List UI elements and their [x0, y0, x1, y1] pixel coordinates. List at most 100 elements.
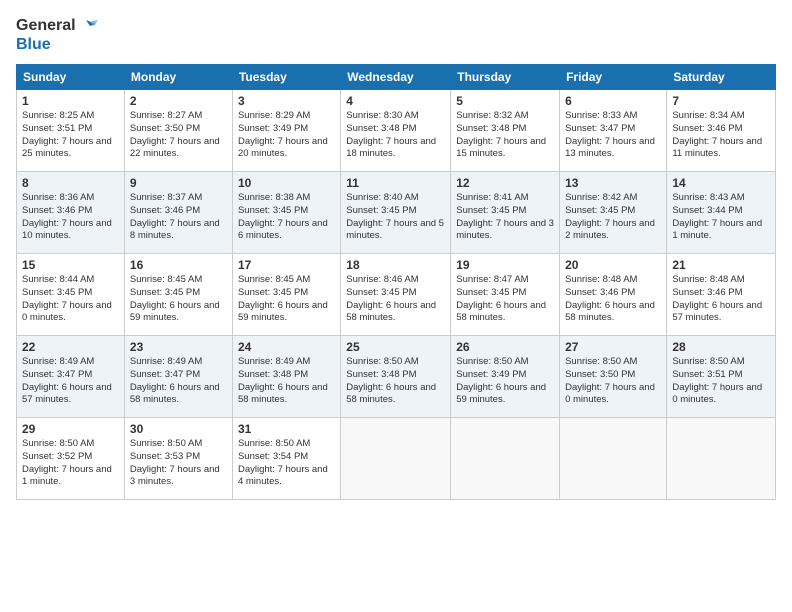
calendar-cell: 9 Sunrise: 8:37 AM Sunset: 3:46 PM Dayli…	[124, 172, 232, 254]
calendar-header-saturday: Saturday	[667, 65, 776, 90]
calendar-cell: 10 Sunrise: 8:38 AM Sunset: 3:45 PM Dayl…	[232, 172, 340, 254]
calendar-header-thursday: Thursday	[451, 65, 560, 90]
day-number: 12	[456, 176, 554, 190]
day-detail: Sunrise: 8:50 AM Sunset: 3:52 PM Dayligh…	[22, 438, 119, 489]
day-number: 20	[565, 258, 661, 272]
calendar-cell: 31 Sunrise: 8:50 AM Sunset: 3:54 PM Dayl…	[232, 418, 340, 500]
day-detail: Sunrise: 8:49 AM Sunset: 3:47 PM Dayligh…	[22, 356, 119, 407]
calendar-header-sunday: Sunday	[17, 65, 125, 90]
page: General Blue SundayMondayTuesdayWednesda…	[0, 0, 792, 510]
day-detail: Sunrise: 8:50 AM Sunset: 3:50 PM Dayligh…	[565, 356, 661, 407]
day-detail: Sunrise: 8:30 AM Sunset: 3:48 PM Dayligh…	[346, 110, 445, 161]
calendar-week-row: 22 Sunrise: 8:49 AM Sunset: 3:47 PM Dayl…	[17, 336, 776, 418]
calendar-body: 1 Sunrise: 8:25 AM Sunset: 3:51 PM Dayli…	[17, 90, 776, 500]
calendar-cell	[667, 418, 776, 500]
calendar-cell: 3 Sunrise: 8:29 AM Sunset: 3:49 PM Dayli…	[232, 90, 340, 172]
day-number: 30	[130, 422, 227, 436]
calendar-cell	[560, 418, 667, 500]
calendar-cell: 7 Sunrise: 8:34 AM Sunset: 3:46 PM Dayli…	[667, 90, 776, 172]
calendar-week-row: 1 Sunrise: 8:25 AM Sunset: 3:51 PM Dayli…	[17, 90, 776, 172]
calendar-cell: 28 Sunrise: 8:50 AM Sunset: 3:51 PM Dayl…	[667, 336, 776, 418]
calendar-cell: 22 Sunrise: 8:49 AM Sunset: 3:47 PM Dayl…	[17, 336, 125, 418]
day-detail: Sunrise: 8:49 AM Sunset: 3:48 PM Dayligh…	[238, 356, 335, 407]
calendar-cell: 8 Sunrise: 8:36 AM Sunset: 3:46 PM Dayli…	[17, 172, 125, 254]
day-detail: Sunrise: 8:37 AM Sunset: 3:46 PM Dayligh…	[130, 192, 227, 243]
calendar-table: SundayMondayTuesdayWednesdayThursdayFrid…	[16, 64, 776, 500]
calendar-cell: 11 Sunrise: 8:40 AM Sunset: 3:45 PM Dayl…	[341, 172, 451, 254]
day-detail: Sunrise: 8:50 AM Sunset: 3:54 PM Dayligh…	[238, 438, 335, 489]
calendar-cell: 26 Sunrise: 8:50 AM Sunset: 3:49 PM Dayl…	[451, 336, 560, 418]
day-number: 13	[565, 176, 661, 190]
calendar-cell: 30 Sunrise: 8:50 AM Sunset: 3:53 PM Dayl…	[124, 418, 232, 500]
day-detail: Sunrise: 8:44 AM Sunset: 3:45 PM Dayligh…	[22, 274, 119, 325]
day-detail: Sunrise: 8:50 AM Sunset: 3:51 PM Dayligh…	[672, 356, 770, 407]
day-number: 8	[22, 176, 119, 190]
calendar-cell	[451, 418, 560, 500]
day-number: 9	[130, 176, 227, 190]
day-number: 24	[238, 340, 335, 354]
day-detail: Sunrise: 8:46 AM Sunset: 3:45 PM Dayligh…	[346, 274, 445, 325]
calendar-week-row: 29 Sunrise: 8:50 AM Sunset: 3:52 PM Dayl…	[17, 418, 776, 500]
calendar-header-wednesday: Wednesday	[341, 65, 451, 90]
calendar-week-row: 15 Sunrise: 8:44 AM Sunset: 3:45 PM Dayl…	[17, 254, 776, 336]
day-number: 28	[672, 340, 770, 354]
day-number: 10	[238, 176, 335, 190]
day-number: 26	[456, 340, 554, 354]
logo-text-blue: Blue	[16, 36, 51, 54]
calendar-cell: 5 Sunrise: 8:32 AM Sunset: 3:48 PM Dayli…	[451, 90, 560, 172]
day-number: 1	[22, 94, 119, 108]
day-number: 2	[130, 94, 227, 108]
calendar-header-row: SundayMondayTuesdayWednesdayThursdayFrid…	[17, 65, 776, 90]
day-number: 21	[672, 258, 770, 272]
day-detail: Sunrise: 8:40 AM Sunset: 3:45 PM Dayligh…	[346, 192, 445, 243]
calendar-cell: 12 Sunrise: 8:41 AM Sunset: 3:45 PM Dayl…	[451, 172, 560, 254]
logo: General Blue	[16, 16, 98, 54]
day-number: 25	[346, 340, 445, 354]
day-detail: Sunrise: 8:41 AM Sunset: 3:45 PM Dayligh…	[456, 192, 554, 243]
calendar-cell: 16 Sunrise: 8:45 AM Sunset: 3:45 PM Dayl…	[124, 254, 232, 336]
calendar-cell: 4 Sunrise: 8:30 AM Sunset: 3:48 PM Dayli…	[341, 90, 451, 172]
day-detail: Sunrise: 8:49 AM Sunset: 3:47 PM Dayligh…	[130, 356, 227, 407]
day-number: 4	[346, 94, 445, 108]
day-detail: Sunrise: 8:25 AM Sunset: 3:51 PM Dayligh…	[22, 110, 119, 161]
day-detail: Sunrise: 8:42 AM Sunset: 3:45 PM Dayligh…	[565, 192, 661, 243]
calendar-cell: 27 Sunrise: 8:50 AM Sunset: 3:50 PM Dayl…	[560, 336, 667, 418]
calendar-cell: 14 Sunrise: 8:43 AM Sunset: 3:44 PM Dayl…	[667, 172, 776, 254]
day-number: 18	[346, 258, 445, 272]
day-number: 15	[22, 258, 119, 272]
day-number: 31	[238, 422, 335, 436]
day-detail: Sunrise: 8:45 AM Sunset: 3:45 PM Dayligh…	[130, 274, 227, 325]
calendar-cell: 17 Sunrise: 8:45 AM Sunset: 3:45 PM Dayl…	[232, 254, 340, 336]
calendar-cell: 1 Sunrise: 8:25 AM Sunset: 3:51 PM Dayli…	[17, 90, 125, 172]
calendar-week-row: 8 Sunrise: 8:36 AM Sunset: 3:46 PM Dayli…	[17, 172, 776, 254]
day-number: 27	[565, 340, 661, 354]
logo-bird-icon	[78, 16, 98, 36]
day-number: 14	[672, 176, 770, 190]
day-detail: Sunrise: 8:32 AM Sunset: 3:48 PM Dayligh…	[456, 110, 554, 161]
day-number: 29	[22, 422, 119, 436]
day-number: 6	[565, 94, 661, 108]
day-detail: Sunrise: 8:50 AM Sunset: 3:48 PM Dayligh…	[346, 356, 445, 407]
calendar-cell	[341, 418, 451, 500]
calendar-header-friday: Friday	[560, 65, 667, 90]
day-detail: Sunrise: 8:27 AM Sunset: 3:50 PM Dayligh…	[130, 110, 227, 161]
day-detail: Sunrise: 8:48 AM Sunset: 3:46 PM Dayligh…	[672, 274, 770, 325]
day-number: 19	[456, 258, 554, 272]
calendar-cell: 29 Sunrise: 8:50 AM Sunset: 3:52 PM Dayl…	[17, 418, 125, 500]
calendar-cell: 6 Sunrise: 8:33 AM Sunset: 3:47 PM Dayli…	[560, 90, 667, 172]
calendar-cell: 21 Sunrise: 8:48 AM Sunset: 3:46 PM Dayl…	[667, 254, 776, 336]
calendar-cell: 25 Sunrise: 8:50 AM Sunset: 3:48 PM Dayl…	[341, 336, 451, 418]
calendar-cell: 2 Sunrise: 8:27 AM Sunset: 3:50 PM Dayli…	[124, 90, 232, 172]
day-detail: Sunrise: 8:47 AM Sunset: 3:45 PM Dayligh…	[456, 274, 554, 325]
day-number: 16	[130, 258, 227, 272]
calendar-cell: 23 Sunrise: 8:49 AM Sunset: 3:47 PM Dayl…	[124, 336, 232, 418]
calendar-cell: 13 Sunrise: 8:42 AM Sunset: 3:45 PM Dayl…	[560, 172, 667, 254]
day-number: 17	[238, 258, 335, 272]
day-detail: Sunrise: 8:50 AM Sunset: 3:49 PM Dayligh…	[456, 356, 554, 407]
day-detail: Sunrise: 8:36 AM Sunset: 3:46 PM Dayligh…	[22, 192, 119, 243]
calendar-cell: 18 Sunrise: 8:46 AM Sunset: 3:45 PM Dayl…	[341, 254, 451, 336]
day-detail: Sunrise: 8:45 AM Sunset: 3:45 PM Dayligh…	[238, 274, 335, 325]
calendar-header-tuesday: Tuesday	[232, 65, 340, 90]
calendar-header-monday: Monday	[124, 65, 232, 90]
day-detail: Sunrise: 8:38 AM Sunset: 3:45 PM Dayligh…	[238, 192, 335, 243]
